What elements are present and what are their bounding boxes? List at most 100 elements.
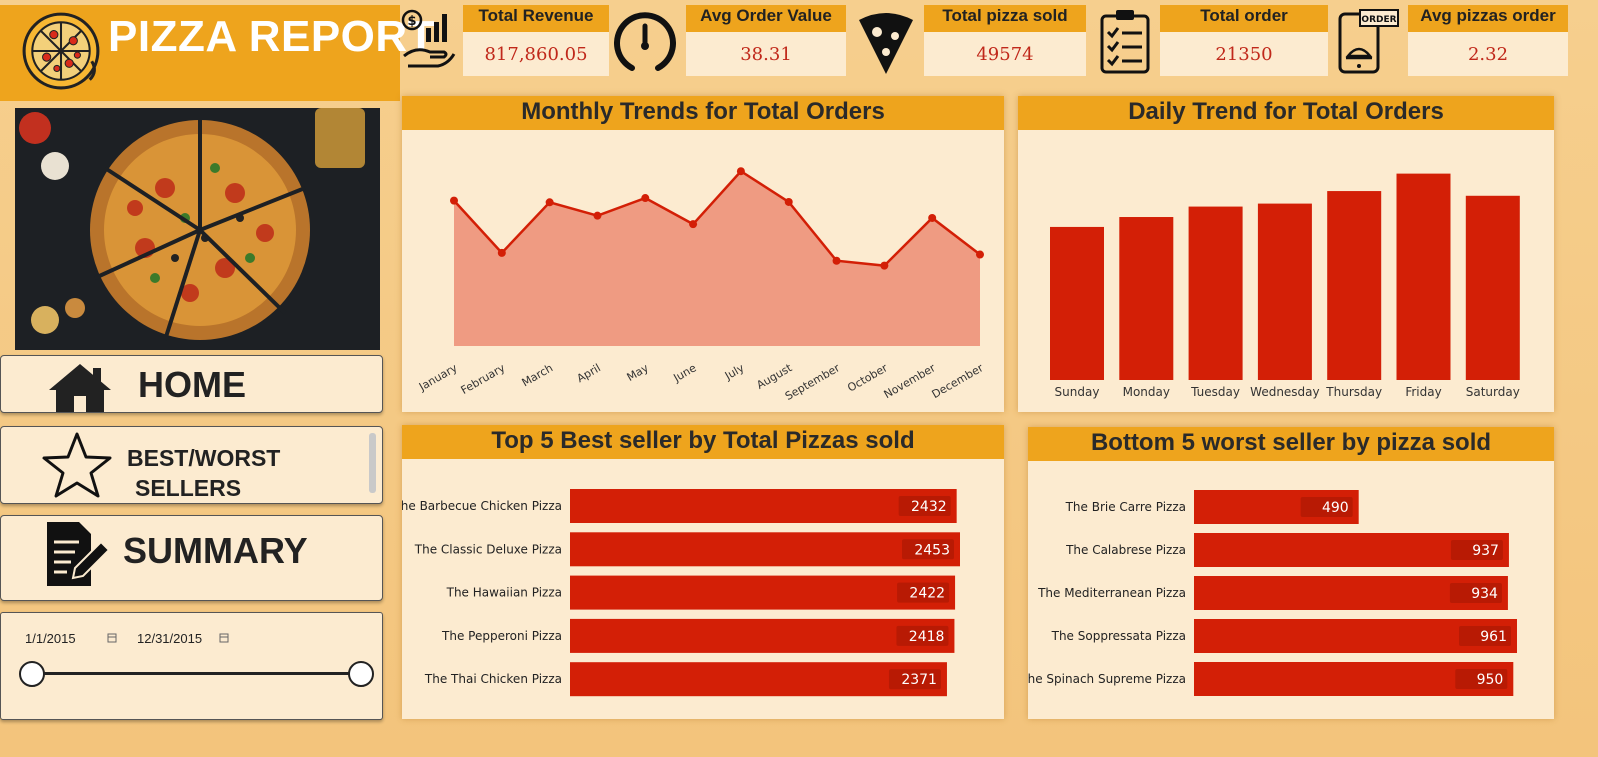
- category-label: The Pepperoni Pizza: [441, 629, 562, 643]
- data-point: [593, 211, 602, 220]
- money-hand-chart-icon: $: [401, 9, 456, 68]
- bar: [1465, 195, 1520, 380]
- slider-end-handle[interactable]: [348, 661, 374, 687]
- kpi-value: 817,860.05: [463, 32, 609, 76]
- best-worst-sellers-button[interactable]: BEST/WORST SELLERS: [0, 426, 383, 504]
- scrollbar[interactable]: [369, 433, 376, 493]
- x-tick-label: June: [670, 361, 698, 385]
- x-tick-label: Wednesday: [1250, 385, 1319, 399]
- chart-title: Top 5 Best seller by Total Pizzas sold: [402, 425, 1004, 459]
- bar: [570, 532, 960, 567]
- document-edit-icon: [47, 522, 111, 586]
- summary-button[interactable]: SUMMARY: [0, 515, 383, 601]
- kpi-value: 2.32: [1408, 32, 1568, 76]
- kpi-label: Avg pizzas order: [1408, 5, 1568, 32]
- category-label: The Brie Carre Pizza: [1065, 500, 1186, 514]
- category-label: The Barbecue Chicken Pizza: [402, 499, 562, 513]
- data-point: [736, 167, 745, 176]
- x-tick-label: April: [575, 361, 603, 385]
- data-label: 937: [1472, 543, 1499, 559]
- top5-chart: The Barbecue Chicken Pizza 2432 The Classi…: [392, 489, 960, 697]
- data-label: 2371: [901, 672, 937, 688]
- monthly-trend-chart: January February March April May June July Augu…: [416, 167, 986, 403]
- category-label: The Thai Chicken Pizza: [424, 672, 562, 686]
- pizza-icon: [22, 12, 100, 90]
- clipboard-checklist-icon: [1100, 10, 1150, 74]
- x-tick-label: March: [520, 361, 556, 389]
- daily-trend-chart: Sunday Monday Tuesday Wednesday Thursday Frid…: [1050, 173, 1520, 399]
- phone-order-icon: ORDER: [1338, 9, 1399, 74]
- end-date-field[interactable]: 12/31/2015: [137, 631, 202, 646]
- home-icon: [49, 364, 111, 412]
- bar: [1188, 206, 1243, 380]
- gauge-icon: [614, 12, 676, 71]
- chart-title: Bottom 5 worst seller by pizza sold: [1028, 427, 1554, 461]
- data-label: 934: [1471, 586, 1498, 602]
- data-point: [545, 198, 554, 207]
- data-label: 961: [1480, 629, 1507, 645]
- kpi-value: 49574: [924, 32, 1086, 76]
- category-label: The Classic Deluxe Pizza: [414, 542, 562, 556]
- category-label: The Calabrese Pizza: [1065, 543, 1186, 557]
- x-tick-label: July: [722, 361, 747, 383]
- x-tick-label: Saturday: [1466, 385, 1520, 399]
- data-point: [450, 196, 458, 205]
- top5-panel: Top 5 Best seller by Total Pizzas sold T…: [392, 425, 1004, 719]
- data-label: 490: [1322, 500, 1349, 516]
- category-label: The Mediterranean Pizza: [1037, 586, 1186, 600]
- data-point: [784, 197, 793, 206]
- bar: [1327, 191, 1382, 380]
- data-point: [689, 220, 698, 229]
- best-worst-label-line2: SELLERS: [135, 475, 242, 501]
- chart-title: Daily Trend for Total Orders: [1018, 96, 1554, 130]
- x-tick-label: Tuesday: [1190, 385, 1240, 399]
- slider-start-handle[interactable]: [19, 661, 45, 687]
- kpi-card-total-revenue: Total Revenue 817,860.05: [463, 5, 609, 76]
- slider-track[interactable]: [31, 672, 361, 675]
- svg-text:ORDER: ORDER: [1361, 15, 1396, 25]
- best-worst-label-line1: BEST/WORST: [127, 445, 281, 471]
- category-label: The Hawaiian Pizza: [446, 586, 562, 600]
- kpi-label: Total Revenue: [463, 5, 609, 32]
- monthly-trend-panel: Monthly Trends for Total Orders January F…: [402, 96, 1004, 412]
- kpi-label: Avg Order Value: [686, 5, 846, 32]
- kpi-value: 38.31: [686, 32, 846, 76]
- kpi-card-avg-pizzas-order: Avg pizzas order 2.32: [1408, 5, 1568, 76]
- data-point: [641, 194, 650, 203]
- data-point: [976, 250, 984, 259]
- svg-text:$: $: [407, 14, 416, 29]
- data-label: 950: [1477, 672, 1504, 688]
- data-point: [497, 248, 506, 257]
- data-point: [880, 261, 889, 270]
- pizza-slice-icon: [859, 13, 913, 74]
- bar: [1119, 217, 1174, 380]
- x-tick-label: May: [625, 361, 652, 384]
- x-tick-label: Monday: [1123, 385, 1170, 399]
- kpi-card-total-pizza-sold: Total pizza sold 49574: [924, 5, 1086, 76]
- category-label: The Soppressata Pizza: [1051, 629, 1186, 643]
- calendar-icon[interactable]: [107, 633, 117, 643]
- data-label: 2418: [909, 629, 945, 645]
- x-tick-label: September: [783, 361, 843, 403]
- summary-label: SUMMARY: [123, 530, 308, 571]
- kpi-value: 21350: [1160, 32, 1328, 76]
- date-range-slicer: 1/1/2015 12/31/2015: [0, 612, 383, 720]
- home-label: HOME: [138, 364, 246, 405]
- x-tick-label: February: [459, 361, 508, 397]
- kpi-label: Total order: [1160, 5, 1328, 32]
- start-date-field[interactable]: 1/1/2015: [25, 631, 76, 646]
- bar: [1050, 226, 1104, 380]
- data-label: 2422: [909, 586, 945, 602]
- data-label: 2432: [911, 499, 947, 515]
- x-tick-label: Sunday: [1055, 385, 1100, 399]
- calendar-icon[interactable]: [219, 633, 229, 643]
- x-tick-label: January: [416, 361, 460, 394]
- chart-title: Monthly Trends for Total Orders: [402, 96, 1004, 130]
- kpi-card-total-order: Total order 21350: [1160, 5, 1328, 76]
- report-title: PIZZA REPORT: [108, 12, 436, 61]
- bottom5-panel: Bottom 5 worst seller by pizza sold The …: [1019, 427, 1554, 719]
- x-tick-label: Thursday: [1325, 385, 1382, 399]
- data-point: [928, 213, 937, 222]
- home-button[interactable]: HOME: [0, 355, 383, 413]
- x-tick-label: December: [930, 361, 986, 401]
